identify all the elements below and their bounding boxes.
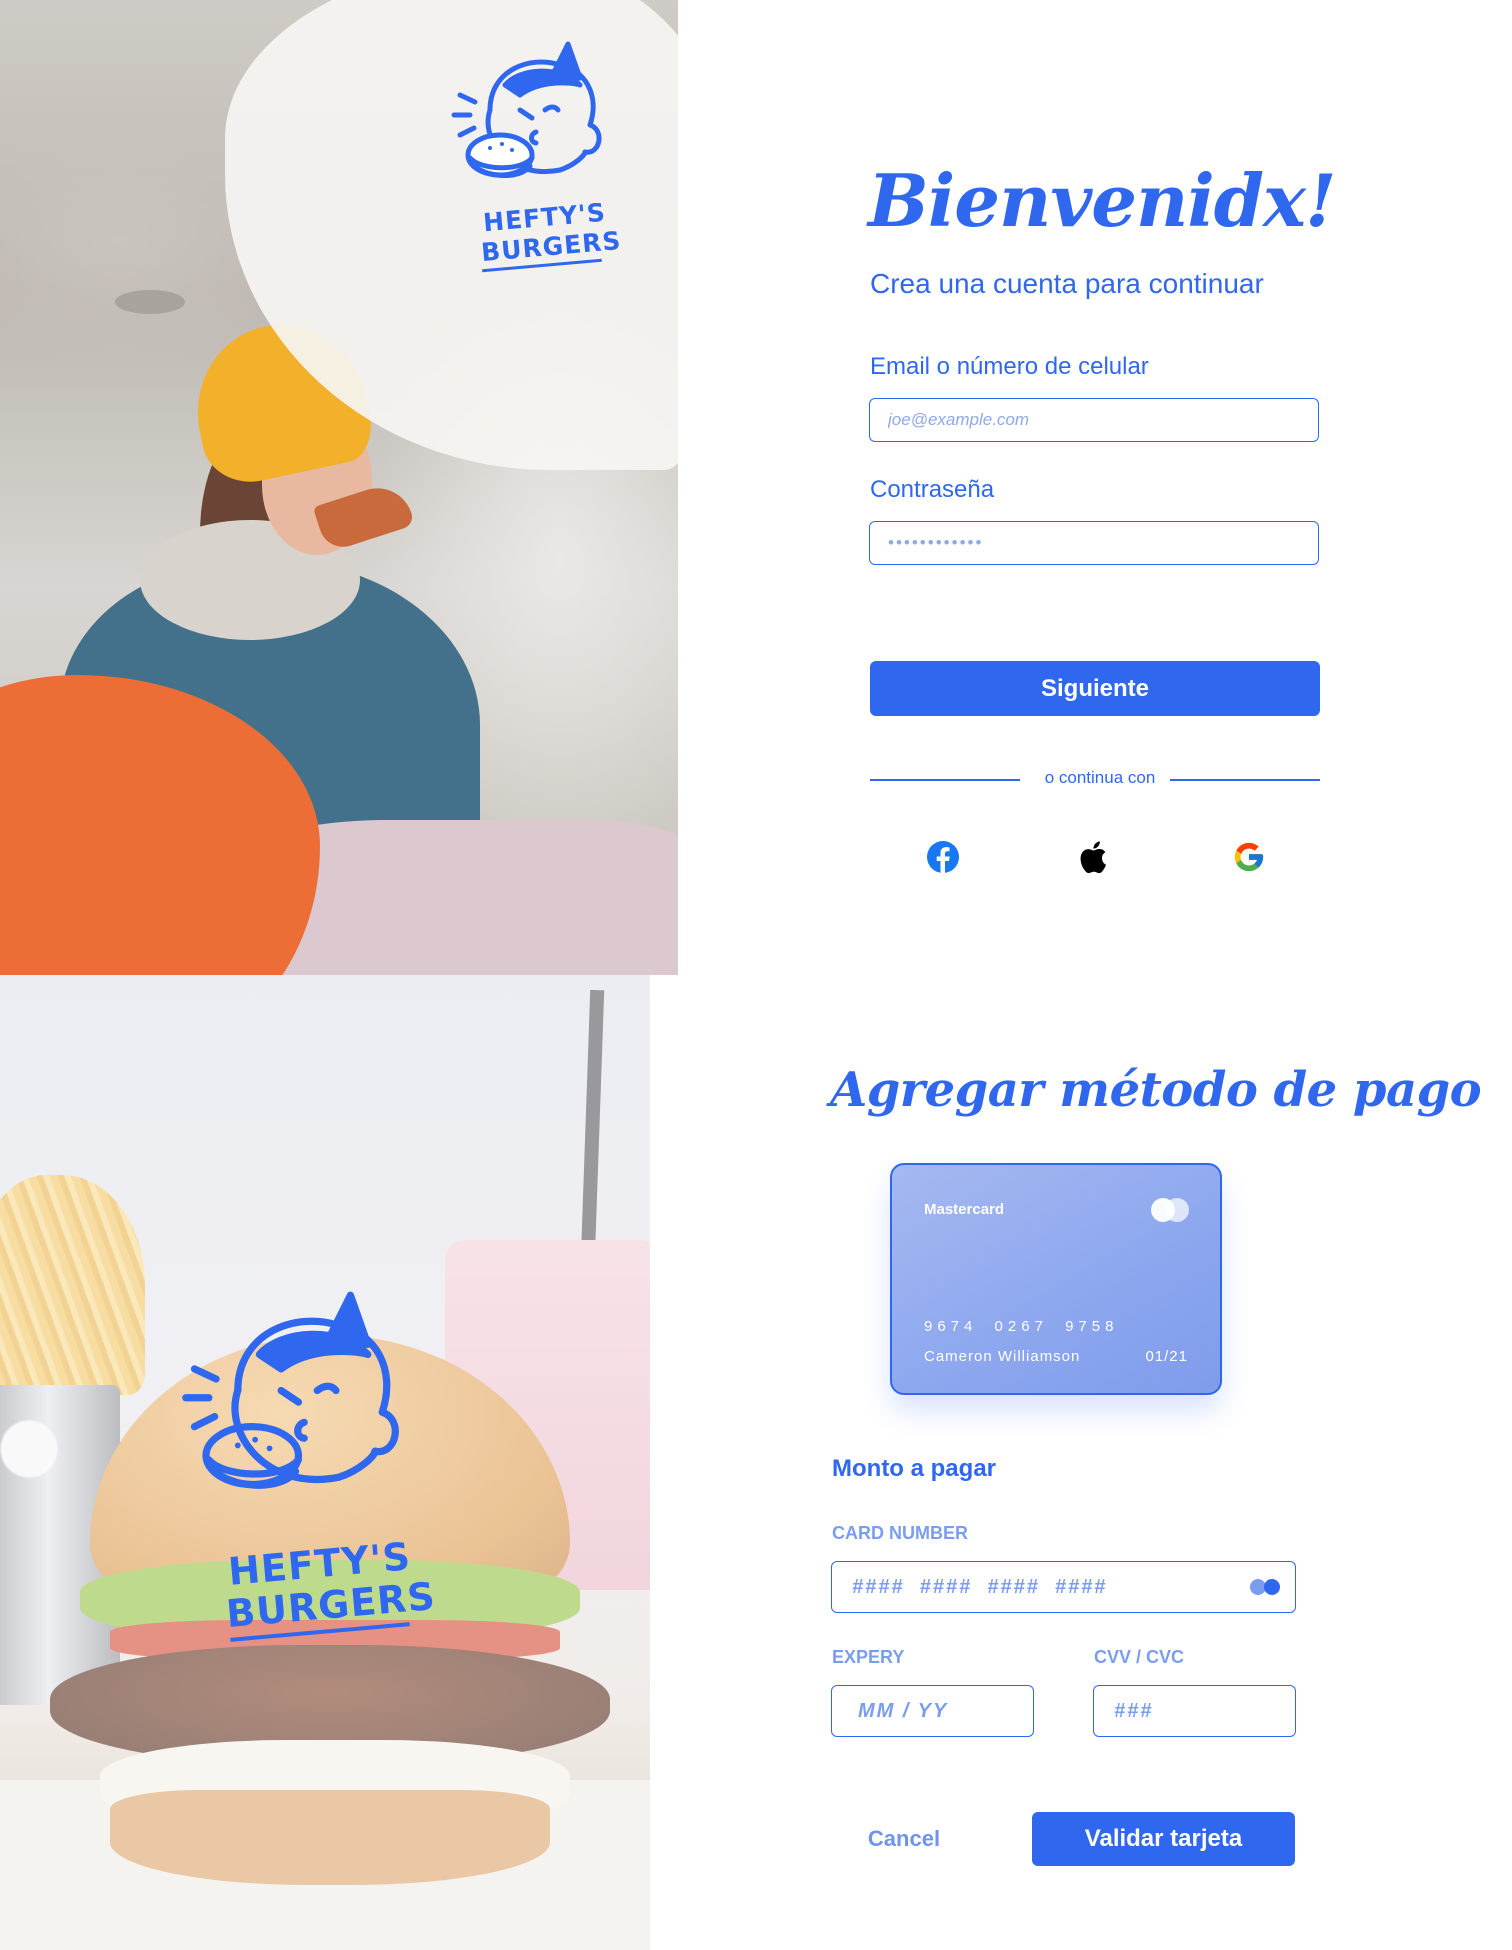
divider-line-right bbox=[1170, 779, 1320, 781]
cvv-label: CVV / CVC bbox=[1094, 1647, 1185, 1667]
expiry-field[interactable] bbox=[831, 1685, 1034, 1737]
hero-photo-woman-eating-pizza: HEFTY'S BURGERS bbox=[0, 0, 678, 975]
apple-login-button[interactable] bbox=[1076, 837, 1116, 877]
google-icon bbox=[1234, 842, 1264, 872]
mastercard-icon bbox=[1151, 1198, 1189, 1222]
card-brand: Mastercard bbox=[924, 1201, 1005, 1218]
email-field[interactable] bbox=[869, 398, 1319, 442]
card-number-field[interactable] bbox=[831, 1561, 1296, 1613]
password-label: Contraseña bbox=[870, 476, 995, 503]
card-number-display: 9674 0267 9758 bbox=[924, 1318, 1119, 1335]
card-type-toggle-icon[interactable] bbox=[1249, 1578, 1283, 1596]
divider-line-left bbox=[870, 779, 1020, 781]
email-label: Email o número de celular bbox=[870, 353, 1149, 380]
card-expiry-display: 01/21 bbox=[1145, 1348, 1188, 1365]
credit-card-preview: Mastercard 9674 0267 9758 Cameron Willia… bbox=[890, 1163, 1222, 1395]
card-holder-name: Cameron Williamson bbox=[924, 1348, 1081, 1365]
heftys-logo-large: HEFTY'S BURGERS bbox=[180, 1280, 440, 1642]
validate-card-button[interactable]: Validar tarjeta bbox=[1032, 1812, 1295, 1866]
signup-subtitle: Crea una cuenta para continuar bbox=[870, 268, 1264, 299]
payment-title: Agregar método de pago bbox=[830, 1062, 1482, 1118]
hero-photo-burger: HEFTY'S BURGERS bbox=[0, 975, 650, 1950]
facebook-login-button[interactable] bbox=[923, 837, 963, 877]
facebook-icon bbox=[927, 841, 959, 874]
mascot-icon-large bbox=[182, 1291, 399, 1489]
google-login-button[interactable] bbox=[1229, 837, 1269, 877]
signup-title: Bienvenidx! bbox=[868, 158, 1337, 243]
apple-icon bbox=[1080, 841, 1106, 874]
expiry-label: EXPERY bbox=[832, 1647, 905, 1667]
next-button[interactable]: Siguiente bbox=[870, 661, 1320, 716]
password-field[interactable] bbox=[869, 521, 1319, 565]
mascot-icon bbox=[451, 41, 602, 179]
heftys-logo: HEFTY'S BURGERS bbox=[450, 40, 630, 280]
cancel-button[interactable]: Cancel bbox=[852, 1812, 956, 1866]
amount-label: Monto a pagar bbox=[832, 1455, 997, 1482]
divider-text: o continua con bbox=[1044, 768, 1156, 787]
card-number-label: CARD NUMBER bbox=[832, 1523, 968, 1543]
ceiling-lamp bbox=[115, 290, 185, 314]
cvv-field[interactable] bbox=[1093, 1685, 1296, 1737]
